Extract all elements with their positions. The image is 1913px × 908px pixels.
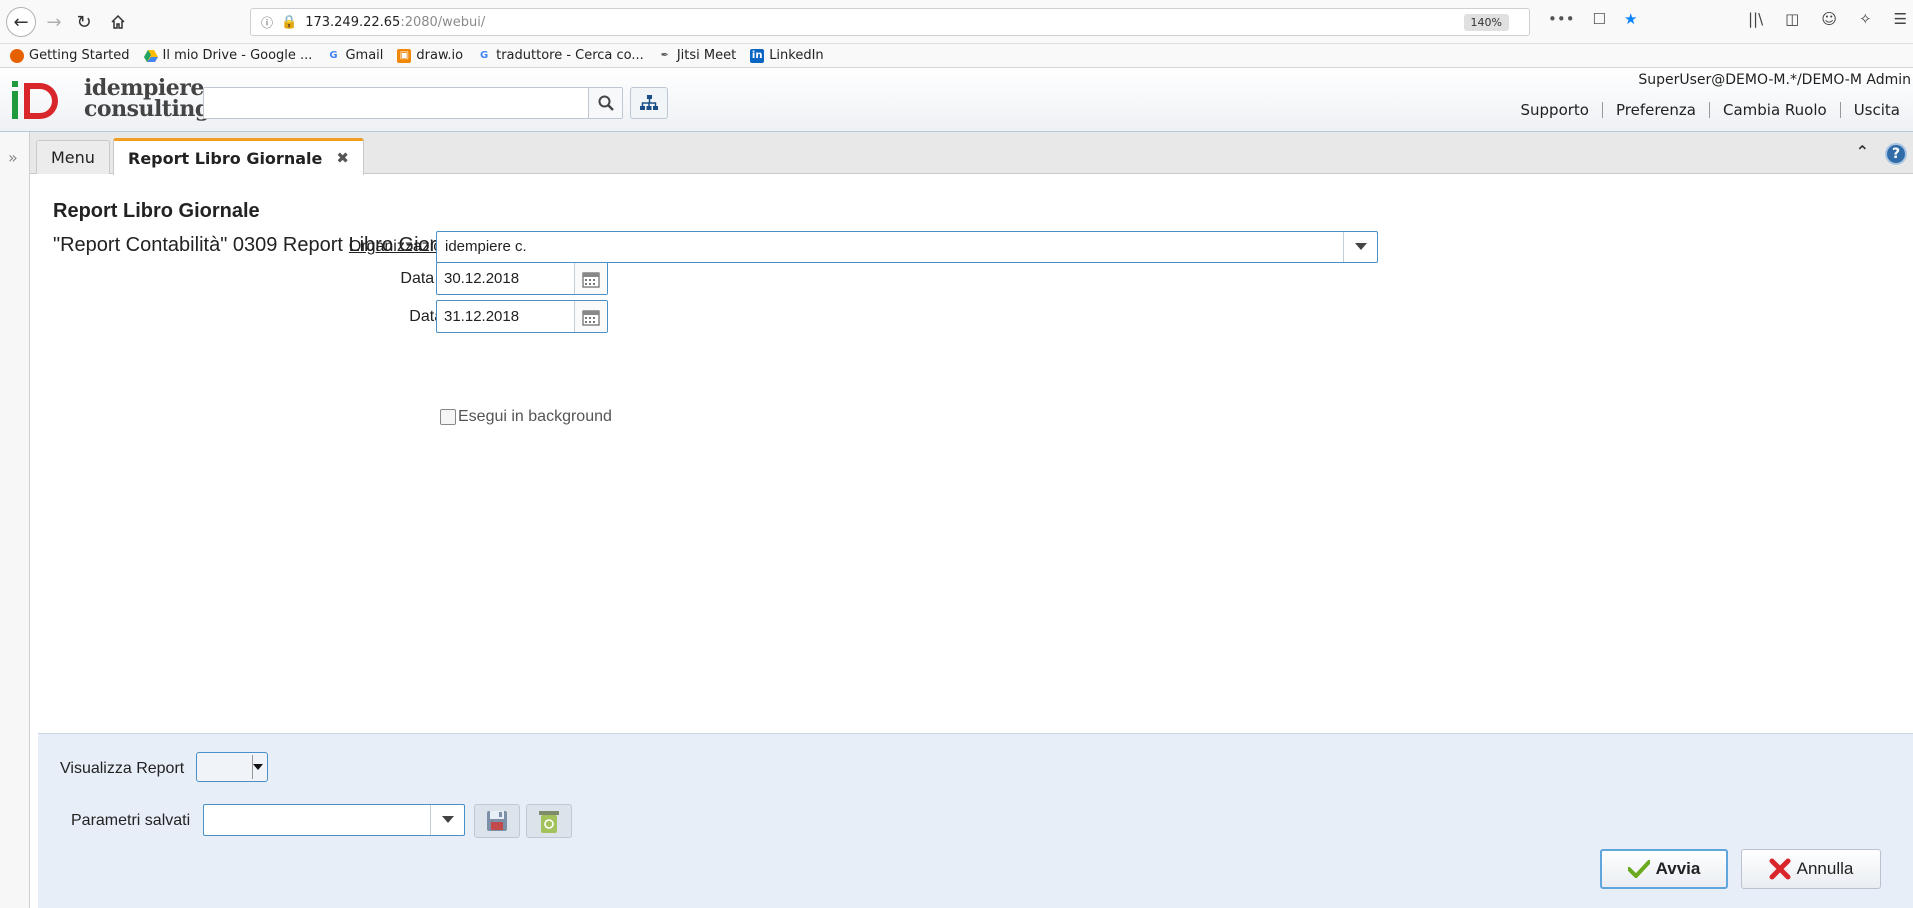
reload-icon[interactable]: ↻ [70, 8, 98, 36]
bookmark-gmail[interactable]: G Gmail [326, 48, 383, 63]
google-icon: G [329, 50, 338, 61]
google-drive-icon [143, 49, 158, 63]
expand-right-icon[interactable]: » [8, 148, 18, 167]
process-dialog: Report Libro Giornale "Report Contabilit… [30, 174, 1913, 734]
back-icon[interactable]: ← [6, 7, 36, 37]
background-checkbox[interactable] [440, 409, 456, 425]
bookmark-google-drive[interactable]: Il mio Drive - Google ... [143, 48, 312, 63]
ok-button[interactable]: Avvia [1600, 849, 1728, 889]
company-logo[interactable]: idempiere consulting [10, 77, 210, 124]
info-icon[interactable]: ⓘ [261, 14, 273, 31]
link-uscita[interactable]: Uscita [1839, 102, 1913, 118]
run-in-background-toggle[interactable]: Esegui in background [440, 408, 612, 426]
browser-toolbar: ← → ↻ ⓘ 🔒 173.249.22.65:2080/webui/ 140%… [0, 0, 1913, 44]
calendar-icon[interactable] [574, 301, 607, 332]
link-supporto[interactable]: Supporto [1508, 102, 1602, 118]
report-view-label: Visualizza Report [60, 760, 185, 777]
home-icon[interactable] [104, 8, 132, 36]
cancel-x-icon [1769, 858, 1791, 880]
date-from-label: Data dal [400, 270, 460, 287]
calendar-icon[interactable] [574, 263, 607, 294]
pocket-icon[interactable]: ☐ [1593, 10, 1606, 28]
browser-toolbar-right: ||\ ◫ ☺ ✧ ☰ [1748, 10, 1907, 28]
link-preferenza[interactable]: Preferenza [1601, 102, 1709, 118]
delete-params-button[interactable] [526, 804, 572, 838]
date-from-field[interactable]: 30.12.2018 [436, 262, 608, 295]
url-bar[interactable]: ⓘ 🔒 173.249.22.65:2080/webui/ 140% [250, 8, 1530, 36]
chevron-down-icon[interactable] [1343, 232, 1377, 262]
org-label[interactable]: Organizzazione [280, 238, 460, 256]
link-cambia-ruolo[interactable]: Cambia Ruolo [1708, 102, 1840, 118]
caret-down-icon [253, 764, 263, 770]
linkedin-icon: in [750, 48, 765, 63]
west-collapse-bar: » [0, 132, 30, 908]
process-bottom-panel: Visualizza Report Parametri salvati Avvi… [38, 733, 1913, 908]
more-actions-icon[interactable]: ••• [1548, 10, 1575, 28]
checkmark-icon [1627, 860, 1650, 878]
search-icon[interactable] [588, 88, 622, 118]
account-icon[interactable]: ☺ [1821, 10, 1837, 28]
sidebar-icon[interactable]: ◫ [1785, 10, 1799, 28]
bookmark-star-icon[interactable]: ★ [1624, 10, 1637, 28]
google-icon: G [479, 50, 489, 61]
collapse-up-icon[interactable]: ⌃ [1856, 142, 1869, 161]
firefox-icon [10, 48, 24, 63]
global-search-box [203, 87, 623, 119]
library-icon[interactable]: ||\ [1748, 10, 1763, 28]
date-to-label: Data al [409, 308, 460, 325]
user-role-info: SuperUser@DEMO-M.*/DEMO-M Admin [1638, 72, 1911, 88]
global-search-input[interactable] [204, 88, 589, 118]
forward-icon[interactable]: → [40, 8, 68, 36]
bookmark-jitsi[interactable]: ✒ Jitsi Meet [658, 48, 737, 63]
page-actions: ••• ☐ ★ [1548, 10, 1637, 28]
chevron-down-icon[interactable] [430, 805, 464, 835]
save-params-button[interactable] [474, 804, 520, 838]
bookmark-linkedin[interactable]: in LinkedIn [750, 48, 824, 63]
app-header: idempiere consulting SuperUser@DEMO-M.*/… [0, 68, 1913, 132]
url-text: 173.249.22.65:2080/webui/ [305, 14, 486, 30]
saved-params-label: Parametri salvati [71, 812, 191, 829]
bookmark-getting-started[interactable]: Getting Started [10, 48, 130, 63]
insecure-lock-icon[interactable]: 🔒 [281, 15, 297, 30]
page-title: Report Libro Giornale [53, 200, 260, 222]
menu-tree-icon[interactable] [630, 87, 668, 119]
date-to-field[interactable]: 31.12.2018 [436, 300, 608, 333]
report-view-select[interactable] [196, 752, 268, 782]
org-combobox[interactable]: idempiere c. [436, 231, 1378, 263]
saved-params-combobox[interactable] [203, 804, 465, 836]
header-links: Supporto Preferenza Cambia Ruolo Uscita [1508, 102, 1913, 118]
tab-report-libro-giornale[interactable]: Report Libro Giornale ✖ [113, 138, 364, 175]
close-icon[interactable]: ✖ [336, 149, 349, 167]
window-tabbar: Menu Report Libro Giornale ✖ ⌃ ? [30, 132, 1913, 175]
logo-text: idempiere consulting [84, 75, 210, 122]
help-icon[interactable]: ? [1885, 143, 1907, 165]
cancel-button[interactable]: Annulla [1741, 849, 1881, 889]
bookmark-drawio[interactable]: ▣ draw.io [397, 48, 463, 63]
tab-menu[interactable]: Menu [36, 140, 110, 174]
extensions-icon[interactable]: ✧ [1859, 10, 1872, 28]
zoom-level-badge[interactable]: 140% [1463, 14, 1509, 31]
bookmarks-bar: Getting Started Il mio Drive - Google ..… [0, 44, 1913, 68]
logo-mark-icon [12, 81, 58, 119]
hamburger-menu-icon[interactable]: ☰ [1894, 10, 1907, 28]
floppy-disk-icon [487, 811, 507, 831]
recycle-bin-icon [539, 811, 559, 833]
bookmark-traduttore[interactable]: G traduttore - Cerca co... [477, 48, 644, 63]
drawio-icon: ▣ [397, 48, 412, 63]
jitsi-icon: ✒ [660, 50, 669, 61]
